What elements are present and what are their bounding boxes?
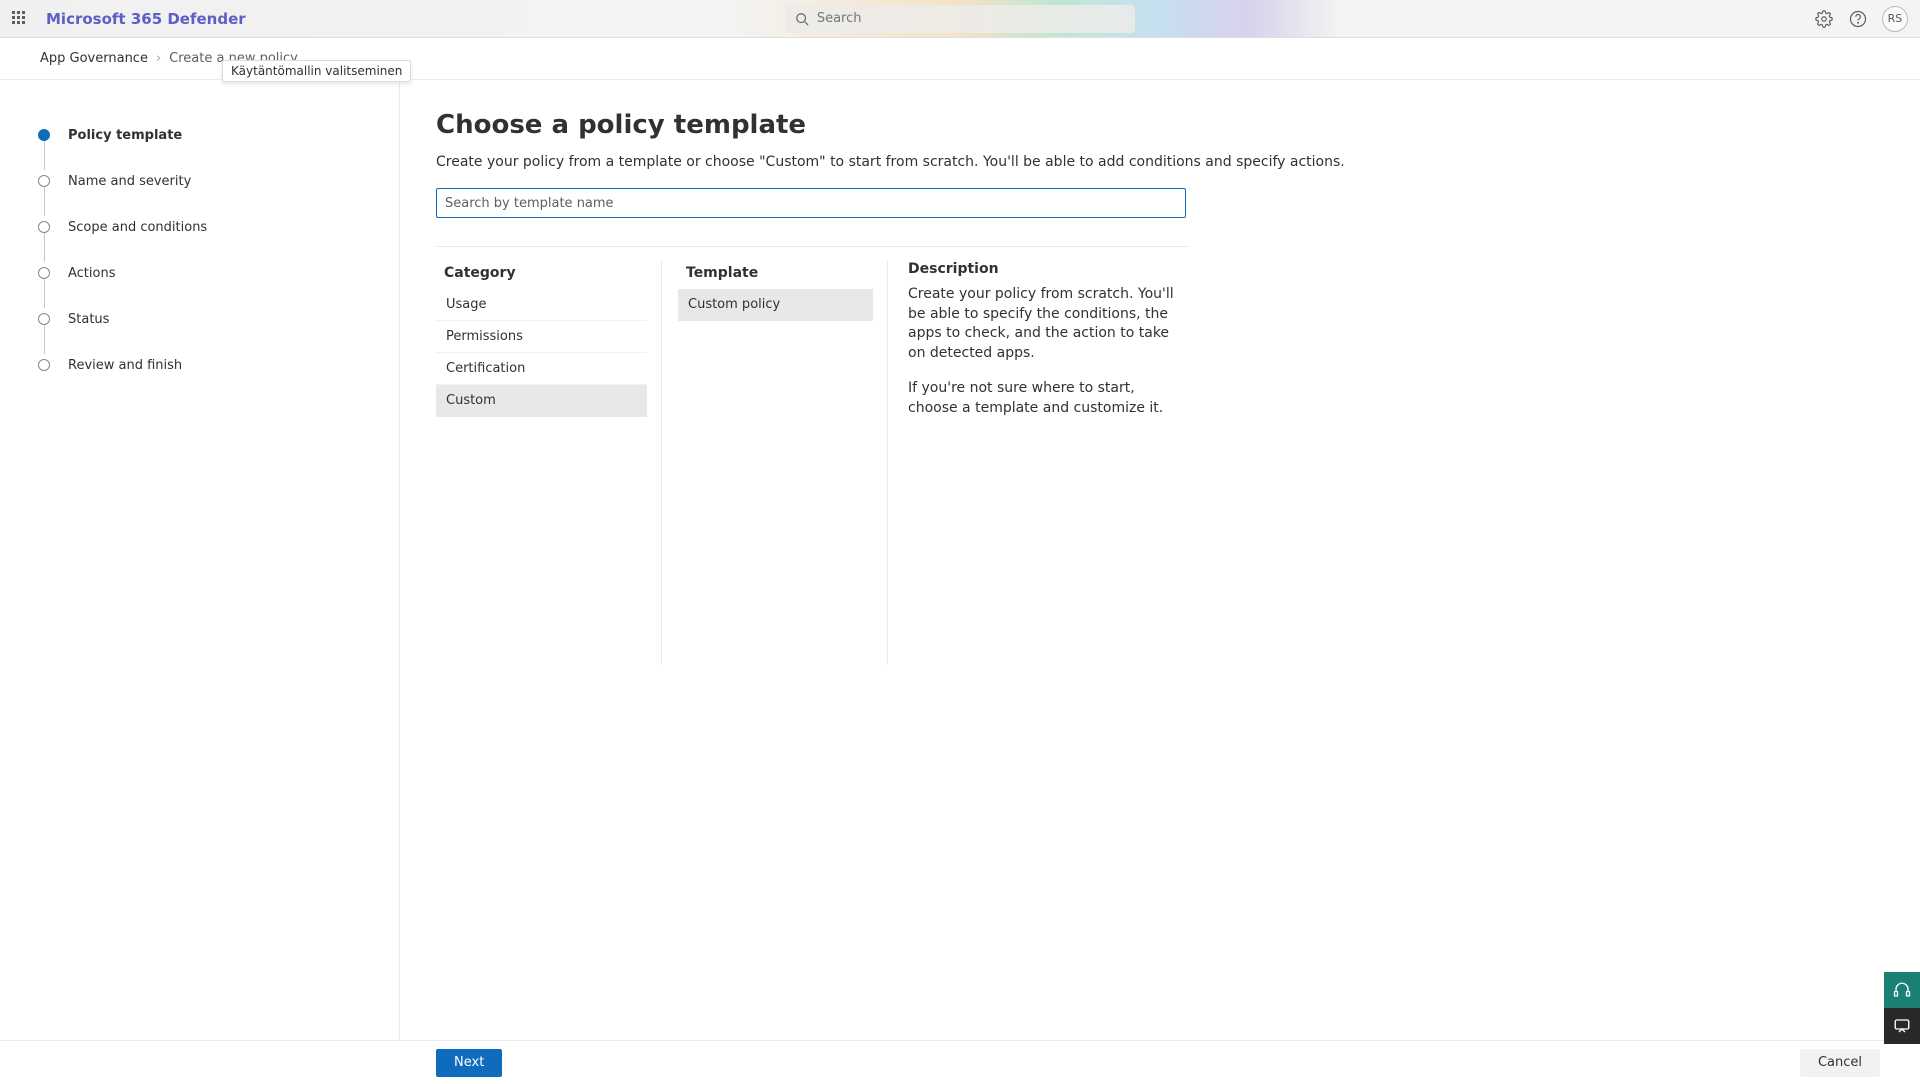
description-text-2: If you're not sure where to start, choos…: [908, 379, 1176, 418]
category-heading: Category: [444, 265, 647, 281]
global-search[interactable]: [785, 5, 1135, 33]
category-item-certification[interactable]: Certification: [436, 353, 647, 385]
template-list: Custom policy: [678, 289, 873, 321]
step-label: Actions: [68, 266, 116, 281]
step-label: Scope and conditions: [68, 220, 207, 235]
breadcrumb-separator: ›: [156, 51, 161, 66]
step-label: Review and finish: [68, 358, 182, 373]
step-indicator-icon: [38, 175, 50, 187]
template-heading: Template: [686, 265, 873, 281]
wizard-layout: Policy template Name and severity Scope an…: [0, 80, 1920, 1040]
breadcrumb-tooltip: Käytäntömallin valitseminen: [222, 60, 411, 82]
wizard-steps-list: Policy template Name and severity Scope an…: [38, 112, 399, 388]
step-indicator-icon: [38, 129, 50, 141]
step-indicator-icon: [38, 221, 50, 233]
cancel-button[interactable]: Cancel: [1800, 1049, 1880, 1077]
user-avatar[interactable]: RS: [1882, 6, 1908, 32]
global-search-input[interactable]: [817, 11, 1125, 26]
brand-title[interactable]: Microsoft 365 Defender: [46, 10, 246, 28]
template-item-0[interactable]: Custom policy: [678, 289, 873, 321]
feedback-icon[interactable]: [1884, 1008, 1920, 1044]
description-heading: Description: [908, 261, 1176, 277]
wizard-step-0[interactable]: Policy template: [38, 112, 399, 158]
help-icon[interactable]: [1848, 9, 1868, 29]
step-label: Status: [68, 312, 109, 327]
search-icon: [795, 12, 809, 26]
step-indicator-icon: [38, 267, 50, 279]
template-search-input[interactable]: [436, 188, 1186, 218]
category-column: Category UsagePermissionsCertificationCu…: [436, 261, 662, 665]
app-launcher-icon[interactable]: [12, 11, 28, 27]
wizard-steps-sidebar: Policy template Name and severity Scope an…: [0, 80, 400, 1040]
page-subtitle: Create your policy from a template or ch…: [436, 154, 1920, 170]
step-indicator-icon: [38, 359, 50, 371]
next-button[interactable]: Next: [436, 1049, 502, 1077]
floating-assist-buttons: [1884, 972, 1920, 1044]
description-column: Description Create your policy from scra…: [888, 261, 1190, 665]
header-actions: RS: [1814, 6, 1908, 32]
step-indicator-icon: [38, 313, 50, 325]
category-list: UsagePermissionsCertificationCustom: [436, 289, 647, 417]
wizard-step-2[interactable]: Scope and conditions: [38, 204, 399, 250]
description-text-1: Create your policy from scratch. You'll …: [908, 285, 1176, 363]
template-picker: Category UsagePermissionsCertificationCu…: [436, 246, 1190, 665]
step-label: Name and severity: [68, 174, 191, 189]
settings-icon[interactable]: [1814, 9, 1834, 29]
breadcrumb: App Governance › Create a new policy Käy…: [0, 38, 1920, 80]
category-item-usage[interactable]: Usage: [436, 289, 647, 321]
page-title: Choose a policy template: [436, 110, 1920, 140]
category-item-custom[interactable]: Custom: [436, 385, 647, 417]
wizard-step-3[interactable]: Actions: [38, 250, 399, 296]
category-item-permissions[interactable]: Permissions: [436, 321, 647, 353]
wizard-step-5[interactable]: Review and finish: [38, 342, 399, 388]
wizard-step-1[interactable]: Name and severity: [38, 158, 399, 204]
step-label: Policy template: [68, 128, 182, 143]
wizard-step-4[interactable]: Status: [38, 296, 399, 342]
breadcrumb-root[interactable]: App Governance: [40, 51, 148, 66]
wizard-content: Choose a policy template Create your pol…: [400, 80, 1920, 1040]
headset-icon[interactable]: [1884, 972, 1920, 1008]
wizard-footer: Next Cancel: [0, 1040, 1920, 1084]
app-header: Microsoft 365 Defender RS: [0, 0, 1920, 38]
template-column: Template Custom policy: [662, 261, 888, 665]
